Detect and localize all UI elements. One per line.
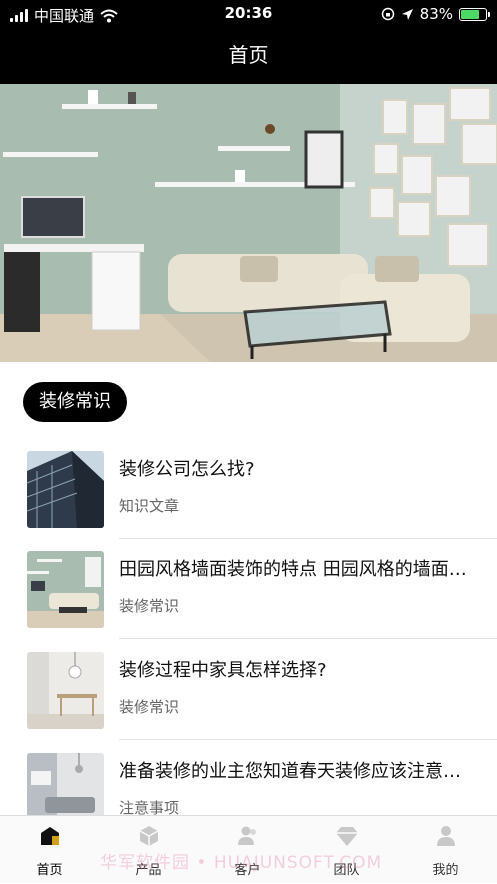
diamond-icon xyxy=(336,827,358,846)
article-item[interactable]: 装修公司怎么找? 知识文章 xyxy=(27,451,497,551)
article-category: 装修常识 xyxy=(119,698,180,716)
divider xyxy=(119,739,497,740)
article-title: 装修公司怎么找? xyxy=(119,459,255,480)
location-icon xyxy=(401,8,413,20)
article-category: 装修常识 xyxy=(119,597,180,615)
article-thumbnail xyxy=(27,451,104,528)
article-title: 准备装修的业主您知道春天装修应该注意什么吗 xyxy=(119,761,469,782)
banner-image[interactable] xyxy=(0,84,497,362)
article-title: 装修过程中家具怎样选择? xyxy=(119,660,327,681)
section-tag: 装修常识 xyxy=(23,382,127,422)
home-icon xyxy=(41,827,59,845)
article-item[interactable]: 装修过程中家具怎样选择? 装修常识 xyxy=(27,652,497,752)
customers-icon xyxy=(238,826,256,845)
article-category: 知识文章 xyxy=(119,497,180,515)
article-title: 田园风格墙面装饰的特点 田园风格的墙面装饰方法 xyxy=(119,559,469,580)
rotation-lock-icon xyxy=(381,7,394,21)
tab-label: 首页 xyxy=(36,863,63,878)
article-thumbnail xyxy=(27,652,104,729)
article-item[interactable]: 田园风格墙面装饰的特点 田园风格的墙面装饰方法 装修常识 xyxy=(27,551,497,651)
divider xyxy=(119,638,497,639)
battery-percent: 83% xyxy=(419,5,453,23)
cube-icon xyxy=(139,826,159,846)
tab-mine[interactable]: 我的 xyxy=(396,816,495,884)
article-thumbnail xyxy=(27,551,104,628)
watermark: 华军软件园 • HUAJUNSOFT.COM xyxy=(100,853,383,873)
divider xyxy=(119,538,497,539)
tab-home[interactable]: 首页 xyxy=(0,816,99,884)
battery-icon xyxy=(459,7,490,21)
page-title: 首页 xyxy=(228,43,269,67)
status-bar: 中国联通 20:36 83% xyxy=(0,0,497,30)
user-icon xyxy=(437,826,455,846)
nav-bar: 首页 xyxy=(0,30,497,84)
tab-label: 我的 xyxy=(432,863,459,878)
